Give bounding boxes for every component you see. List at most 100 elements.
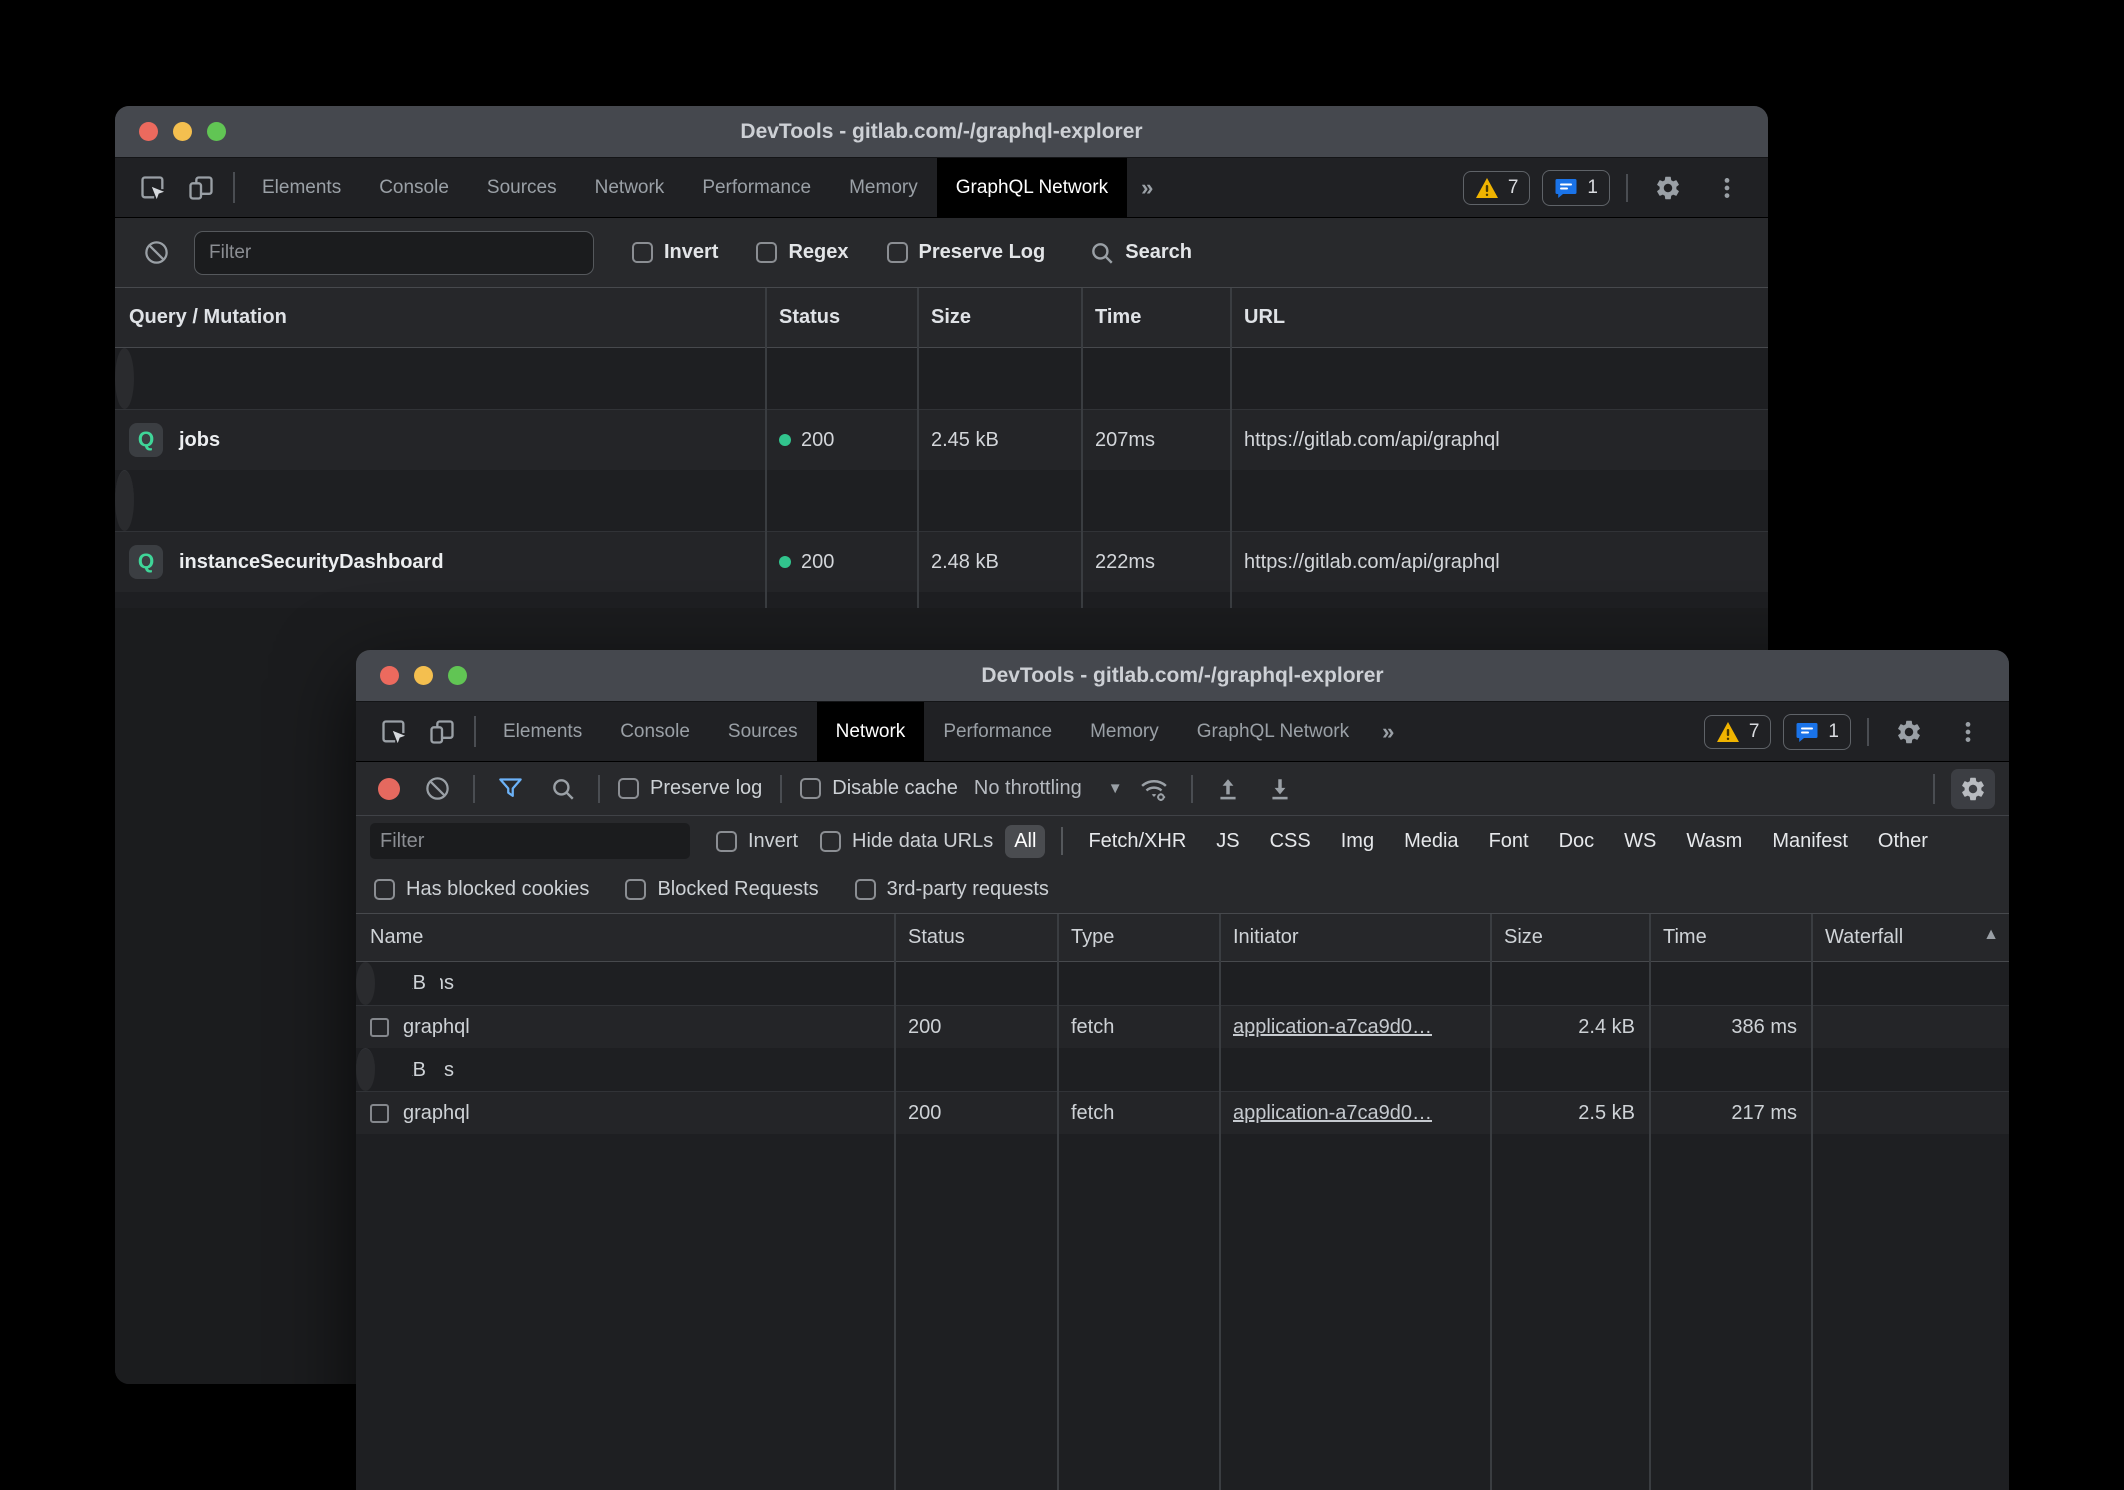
- throttling-dropdown[interactable]: No throttling ▼: [974, 777, 1123, 800]
- disable-cache-checkbox-group[interactable]: Disable cache: [800, 777, 958, 800]
- table-row[interactable]: graphql 200 fetch application-a7ca9d0… 2…: [356, 1048, 375, 1091]
- regex-checkbox-group[interactable]: Regex: [756, 241, 848, 264]
- column-header-size[interactable]: Size: [1490, 926, 1649, 949]
- inspect-element-icon[interactable]: [129, 158, 177, 217]
- warnings-badge[interactable]: 7: [1463, 171, 1531, 205]
- column-divider[interactable]: [917, 288, 919, 608]
- third-party-requests-checkbox[interactable]: [855, 879, 876, 900]
- column-header-name[interactable]: Name: [356, 926, 894, 949]
- hide-data-urls-checkbox-group[interactable]: Hide data URLs: [820, 830, 993, 853]
- type-filter-ws[interactable]: WS: [1615, 825, 1665, 858]
- type-filter-font[interactable]: Font: [1480, 825, 1538, 858]
- type-filter-fetch-xhr[interactable]: Fetch/XHR: [1079, 825, 1195, 858]
- row-checkbox[interactable]: [370, 1104, 389, 1123]
- tab-memory[interactable]: Memory: [830, 158, 937, 217]
- disable-cache-checkbox[interactable]: [800, 778, 821, 799]
- column-header-size[interactable]: Size: [917, 306, 1081, 329]
- tab-sources[interactable]: Sources: [468, 158, 576, 217]
- table-row[interactable]: Qjobs 200 2.45 kB 207ms https://gitlab.c…: [115, 409, 1768, 470]
- table-row[interactable]: QinstanceSecurityDashboard 200 2.48 kB 2…: [115, 531, 1768, 592]
- device-toolbar-icon[interactable]: [177, 158, 225, 217]
- clear-icon[interactable]: [414, 775, 461, 802]
- column-header-time[interactable]: Time: [1081, 306, 1230, 329]
- invert-checkbox-group[interactable]: Invert: [632, 241, 718, 264]
- close-button[interactable]: [139, 122, 158, 141]
- preserve-log-checkbox-group[interactable]: Preserve Log: [887, 241, 1046, 264]
- column-divider[interactable]: [1490, 914, 1492, 1490]
- zoom-button[interactable]: [207, 122, 226, 141]
- search-icon[interactable]: [540, 776, 586, 802]
- blocked-requests-checkbox[interactable]: [625, 879, 646, 900]
- export-har-icon[interactable]: [1257, 776, 1303, 802]
- column-divider[interactable]: [765, 288, 767, 608]
- column-divider[interactable]: [1057, 914, 1059, 1490]
- has-blocked-cookies-checkbox-group[interactable]: Has blocked cookies: [374, 878, 589, 901]
- regex-checkbox[interactable]: [756, 242, 777, 263]
- tab-performance[interactable]: Performance: [683, 158, 830, 217]
- table-row[interactable]: Quser 200 2.57 kB 211ms https://gitlab.c…: [115, 348, 134, 409]
- tab-performance[interactable]: Performance: [924, 702, 1071, 761]
- column-header-status[interactable]: Status: [765, 306, 917, 329]
- zoom-button[interactable]: [448, 666, 467, 685]
- import-har-icon[interactable]: [1205, 776, 1251, 802]
- hide-data-urls-checkbox[interactable]: [820, 831, 841, 852]
- column-header-url[interactable]: URL: [1230, 306, 1768, 329]
- tab-elements[interactable]: Elements: [484, 702, 601, 761]
- tab-graphql-network[interactable]: GraphQL Network: [1178, 702, 1368, 761]
- settings-gear-icon[interactable]: [1644, 174, 1692, 202]
- column-header-query-mutation[interactable]: Query / Mutation: [115, 306, 765, 329]
- third-party-requests-checkbox-group[interactable]: 3rd-party requests: [855, 878, 1049, 901]
- filter-input[interactable]: [194, 231, 594, 275]
- tab-memory[interactable]: Memory: [1071, 702, 1178, 761]
- type-filter-css[interactable]: CSS: [1261, 825, 1320, 858]
- search-group[interactable]: Search: [1089, 240, 1192, 266]
- type-filter-all[interactable]: All: [1005, 825, 1045, 858]
- initiator-link[interactable]: application-a7ca9d0…: [1233, 1102, 1432, 1125]
- column-divider[interactable]: [1081, 288, 1083, 608]
- column-header-status[interactable]: Status: [894, 926, 1057, 949]
- type-filter-manifest[interactable]: Manifest: [1763, 825, 1857, 858]
- initiator-link[interactable]: application-a7ca9d0…: [1233, 1016, 1432, 1039]
- table-row[interactable]: graphql 200 fetch application-a7ca9d0… 2…: [356, 1091, 2009, 1134]
- table-row[interactable]: graphql 200 fetch application-a7ca9d0… 2…: [356, 1005, 2009, 1048]
- tab-sources[interactable]: Sources: [709, 702, 817, 761]
- settings-gear-icon[interactable]: [1885, 718, 1933, 746]
- network-settings-gear-icon[interactable]: [1951, 769, 1995, 809]
- type-filter-js[interactable]: JS: [1207, 825, 1248, 858]
- blocked-requests-checkbox-group[interactable]: Blocked Requests: [625, 878, 818, 901]
- more-tabs-icon[interactable]: »: [1127, 158, 1167, 217]
- kebab-menu-icon[interactable]: [1945, 719, 1991, 745]
- column-divider[interactable]: [1230, 288, 1232, 608]
- tab-network-active[interactable]: Network: [817, 702, 925, 761]
- type-filter-img[interactable]: Img: [1332, 825, 1383, 858]
- tab-graphql-network-active[interactable]: GraphQL Network: [937, 158, 1127, 217]
- column-header-type[interactable]: Type: [1057, 926, 1219, 949]
- minimize-button[interactable]: [173, 122, 192, 141]
- close-button[interactable]: [380, 666, 399, 685]
- warnings-badge[interactable]: 7: [1704, 715, 1772, 749]
- issues-badge[interactable]: 1: [1542, 170, 1610, 206]
- clear-icon[interactable]: [133, 239, 180, 266]
- inspect-element-icon[interactable]: [370, 702, 418, 761]
- column-divider[interactable]: [1649, 914, 1651, 1490]
- preserve-log-checkbox[interactable]: [887, 242, 908, 263]
- tab-console[interactable]: Console: [360, 158, 468, 217]
- column-header-time[interactable]: Time: [1649, 926, 1811, 949]
- search-icon[interactable]: [1089, 240, 1115, 266]
- type-filter-media[interactable]: Media: [1395, 825, 1467, 858]
- column-divider[interactable]: [1811, 914, 1813, 1490]
- column-header-initiator[interactable]: Initiator: [1219, 926, 1490, 949]
- tab-console[interactable]: Console: [601, 702, 709, 761]
- preserve-log-checkbox[interactable]: [618, 778, 639, 799]
- preserve-log-checkbox-group[interactable]: Preserve log: [618, 777, 762, 800]
- invert-checkbox[interactable]: [632, 242, 653, 263]
- titlebar[interactable]: DevTools - gitlab.com/-/graphql-explorer: [115, 106, 1768, 158]
- minimize-button[interactable]: [414, 666, 433, 685]
- type-filter-other[interactable]: Other: [1869, 825, 1937, 858]
- titlebar[interactable]: DevTools - gitlab.com/-/graphql-explorer: [356, 650, 2009, 702]
- table-row[interactable]: graphql 200 fetch application-a7ca9d0… 2…: [356, 962, 375, 1005]
- more-tabs-icon[interactable]: »: [1368, 702, 1408, 761]
- column-header-waterfall[interactable]: Waterfall ▲: [1811, 926, 2009, 949]
- column-divider[interactable]: [894, 914, 896, 1490]
- type-filter-wasm[interactable]: Wasm: [1677, 825, 1751, 858]
